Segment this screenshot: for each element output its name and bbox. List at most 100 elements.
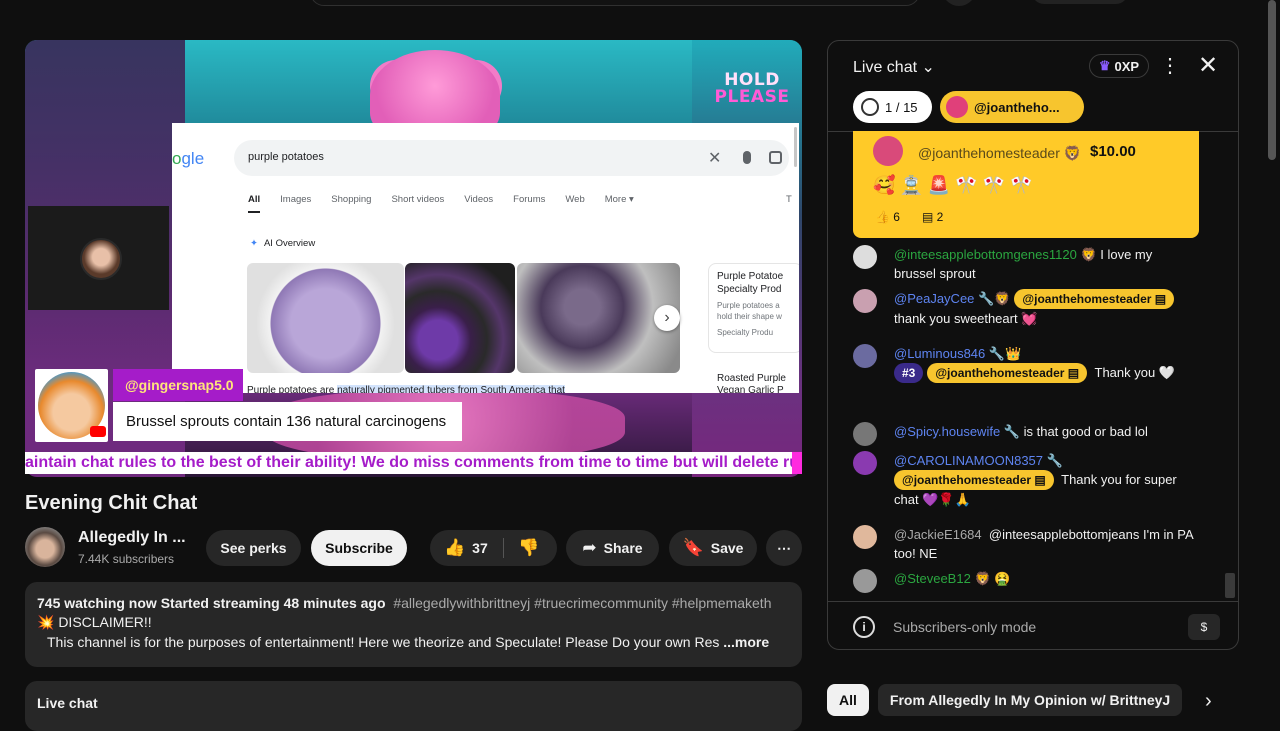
google-tab-trailing: T [786,194,792,205]
mic-icon [743,151,751,164]
google-roasted-card: Roasted Purple Vegan Garlic P [717,373,786,393]
thumbs-up-icon[interactable]: 👍 [444,538,465,558]
description-text: This channel is for the purposes of ente… [47,634,770,650]
chat-scrollbar[interactable] [1225,573,1235,598]
sparkle-icon: ✦ [250,238,258,249]
card-snippet: Purple potatoes a hold their shape w [717,301,782,321]
google-tab: Web [565,194,585,205]
mashed-purple-potato-image [247,263,404,373]
avatar [853,569,877,593]
active-tab-underline [248,211,260,213]
overlay-comment-user: @gingersnap5.0 [113,369,243,401]
super-chat-emojis: 🥰🚊🚨🎌🎌🎌 [873,175,1038,195]
avatar [853,451,877,475]
ticker-text: aintain chat rules to the best of their … [25,454,802,471]
see-perks-button[interactable]: See perks [206,530,301,566]
google-search-box: purple potatoes ✕ [234,140,789,176]
search-bar[interactable] [310,0,920,6]
avatar [853,422,877,446]
youtube-icon [90,426,106,437]
chevron-right-icon[interactable]: › [1205,690,1212,713]
cut-purple-potato-image [405,263,515,373]
like-dislike-group: 👍 37 👎 [430,530,557,566]
card-title: Purple Potatoe Specialty Prod [717,271,784,295]
live-chat-panel: Live chat ⌄ ♛ 0XP ⋮ ✕ 1 / 15 @joantheho..… [827,40,1239,650]
like-count[interactable]: 37 [472,540,488,556]
create-button[interactable] [1032,0,1128,4]
chat-message[interactable]: @Spicy.housewife 🔧 is that good or bad l… [853,422,1193,446]
google-tab: Shopping [331,194,372,205]
more-link[interactable]: ...more [723,634,769,650]
google-tab: Forums [513,194,546,205]
google-tab: More ▾ [604,194,634,205]
chat-message[interactable]: @JackieE1684 @inteesapplebottomjeans I'm… [853,525,1193,563]
share-button[interactable]: ➦ Share [566,530,659,566]
overlay-comment-text: Brussel sprouts contain 136 natural carc… [113,402,462,441]
more-actions-button[interactable]: ⋯ [766,530,802,566]
google-paragraph: Purple potatoes are naturally pigmented … [247,385,565,393]
reply-reaction[interactable]: ▤ 2 [922,210,943,224]
chat-message[interactable]: @CAROLINAMOON8357 🔧 @joanthehomesteader ▤… [853,451,1193,509]
channel-name[interactable]: Allegedly In ... [78,529,186,547]
google-side-card: Purple Potatoe Specialty Prod Purple pot… [708,263,799,353]
google-tab: All [248,194,261,205]
subscribe-button[interactable]: Subscribe [311,530,407,566]
clear-icon: ✕ [708,150,722,167]
ticker-end-cap [792,452,802,474]
google-search-screenshare: ogle purple potatoes ✕ All Images Shoppi… [172,123,799,393]
avatar [946,96,968,118]
thumbs-down-icon[interactable]: 👎 [518,538,539,558]
chat-footer-divider [828,601,1238,602]
chevron-down-icon: ⌄ [921,59,935,76]
google-tab: Images [280,194,312,205]
super-chat-money-icon[interactable]: $ [1188,614,1220,640]
save-button[interactable]: 🔖 Save [669,530,757,566]
streamer-face [80,238,122,280]
google-tab: Short videos [391,194,445,205]
description-box[interactable]: 745 watching now Started streaming 48 mi… [25,582,802,667]
channel-avatar[interactable] [25,527,65,567]
goal-pill[interactable]: 1 / 15 [853,91,932,123]
super-chat-card[interactable]: @joanthehomesteader 🦁 $10.00 🥰🚊🚨🎌🎌🎌 👍 6 … [853,131,1199,238]
avatar [853,344,877,368]
avatar [873,136,903,166]
description-disclaimer: 💥 DISCLAIMER!! [37,614,152,630]
please-text: PLEASE [714,87,790,107]
chat-message[interactable]: @inteesapplebottomgenes1120 🦁 I love my … [853,245,1193,283]
info-icon[interactable]: i [853,616,875,638]
video-title: Evening Chit Chat [25,492,198,514]
avatar [853,289,877,313]
avatar [853,245,877,269]
google-tabs: All Images Shopping Short videos Videos … [248,194,654,205]
ai-overview-label: ✦ AI Overview [250,238,316,249]
avatar [853,525,877,549]
page-scrollbar[interactable] [1268,0,1276,160]
more-options-icon[interactable]: ⋮ [1160,53,1180,78]
chat-message[interactable]: @SteveeB12 🦁 🤮 [853,569,1193,593]
xp-badge[interactable]: ♛ 0XP [1089,54,1149,78]
voice-search-button[interactable] [942,0,976,6]
description-stats: 745 watching now Started streaming 48 mi… [37,595,772,611]
like-divider [503,538,504,558]
target-icon [861,98,879,116]
chip-all[interactable]: All [827,684,869,716]
chat-message[interactable]: @PeaJayCee 🔧🦁 @joanthehomesteader ▤ thank … [853,289,1193,328]
super-chat-amount: $10.00 [1090,143,1136,160]
recommendation-chips: All From Allegedly In My Opinion w/ Brit… [827,684,1183,716]
live-chat-section-header[interactable]: Live chat [25,681,802,731]
chat-message[interactable]: @Luminous846 🔧👑 #3 @joanthehomesteader ▤ T… [853,344,1193,383]
super-chat-user: @joanthehomesteader 🦁 [918,145,1082,161]
close-icon[interactable]: ✕ [1198,51,1218,80]
pinned-supporter-pill[interactable]: @joantheho... [940,91,1084,123]
commenter-avatar [35,369,108,442]
google-query: purple potatoes [248,151,324,163]
google-tab: Videos [464,194,494,205]
subscriber-count: 7.44K subscribers [78,552,175,566]
like-reaction[interactable]: 👍 6 [875,210,900,224]
chat-mode-dropdown[interactable]: Live chat ⌄ [853,57,935,77]
lens-icon [769,151,782,164]
ticker-bar: aintain chat rules to the best of their … [25,452,802,474]
chip-channel[interactable]: From Allegedly In My Opinion w/ Brittney… [877,684,1183,716]
crown-icon: ♛ [1098,58,1111,73]
subscribers-only-mode: Subscribers-only mode [893,619,1037,635]
